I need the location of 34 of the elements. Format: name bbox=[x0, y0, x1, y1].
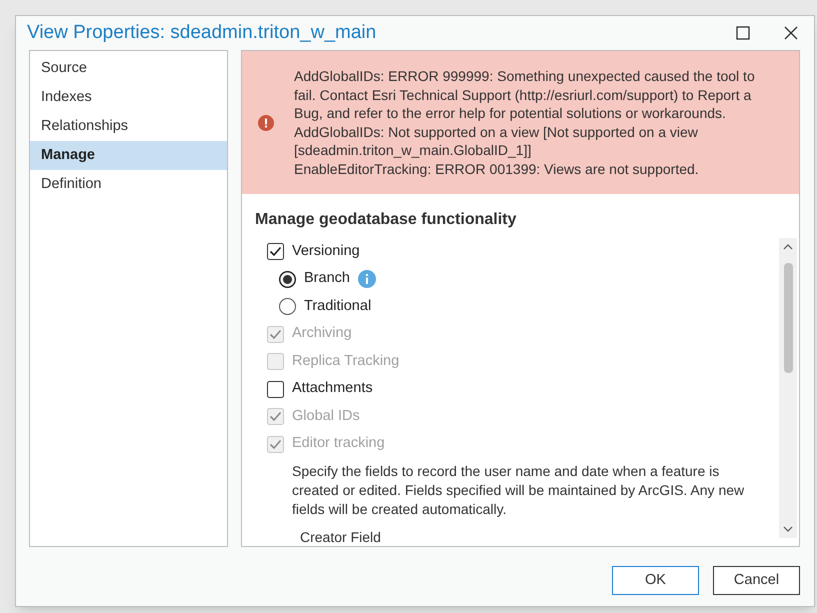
error-message: AddGlobalIDs: Not supported on a view [Not supported on a view [sdeadmin.triton_w_main.GlobalID_1]] bbox=[294, 122, 699, 160]
checkbox-label: Global IDs bbox=[292, 406, 360, 426]
dialog-button[interactable]: Cancel bbox=[713, 566, 800, 595]
scrollbar[interactable] bbox=[779, 238, 797, 538]
checkbox-label: Archiving bbox=[292, 324, 352, 344]
radio-label: Branch bbox=[304, 269, 350, 288]
dialog-button[interactable]: OK bbox=[612, 566, 699, 595]
sidebar-item[interactable]: Relationships bbox=[30, 112, 227, 141]
close-icon[interactable] bbox=[784, 26, 798, 40]
scroll-down-icon[interactable] bbox=[783, 526, 793, 532]
error-icon bbox=[258, 114, 274, 130]
maximize-icon[interactable] bbox=[736, 26, 750, 40]
error-message: AddGlobalIDs: ERROR 999999: Something unexpected caused the tool to fail. Contact Esri Technical Support (http://esriurl.com/support) to Report a Bug, and refer to the error help for potential solutions or workarounds. bbox=[294, 67, 756, 122]
scrollbar-thumb[interactable] bbox=[784, 263, 792, 373]
info-icon[interactable] bbox=[358, 270, 376, 288]
sidebar-item[interactable]: Definition bbox=[30, 170, 227, 199]
description-text: Specify the fields to record the user name and date when a feature is created or edited. Fields specified will be maintained by ArcGIS. Any new fields will be created automatically. bbox=[291, 462, 746, 519]
checkbox-label: Editor tracking bbox=[292, 434, 385, 454]
checkbox-label: Replica Tracking bbox=[292, 352, 400, 371]
radio-label: Traditional bbox=[304, 296, 372, 316]
checkbox[interactable] bbox=[267, 380, 284, 398]
section-heading: Manage geodatabase functionality bbox=[254, 210, 518, 230]
checkbox[interactable] bbox=[267, 243, 284, 260]
sidebar-item[interactable]: Manage bbox=[30, 141, 227, 170]
sidebar-item[interactable]: Indexes bbox=[30, 83, 227, 112]
checkbox-label: Attachments bbox=[292, 379, 373, 398]
field-label: Creator Field bbox=[299, 529, 382, 546]
error-message: EnableEditorTracking: ERROR 001399: Views are not supported. bbox=[294, 160, 700, 178]
radio-button[interactable] bbox=[279, 298, 296, 316]
radio-button[interactable] bbox=[279, 270, 296, 288]
sidebar-item[interactable]: Source bbox=[30, 54, 227, 83]
checkbox-label: Versioning bbox=[292, 242, 360, 261]
scroll-up-icon[interactable] bbox=[783, 244, 793, 250]
window-title: View Properties: sdeadmin.triton_w_main bbox=[27, 20, 378, 45]
